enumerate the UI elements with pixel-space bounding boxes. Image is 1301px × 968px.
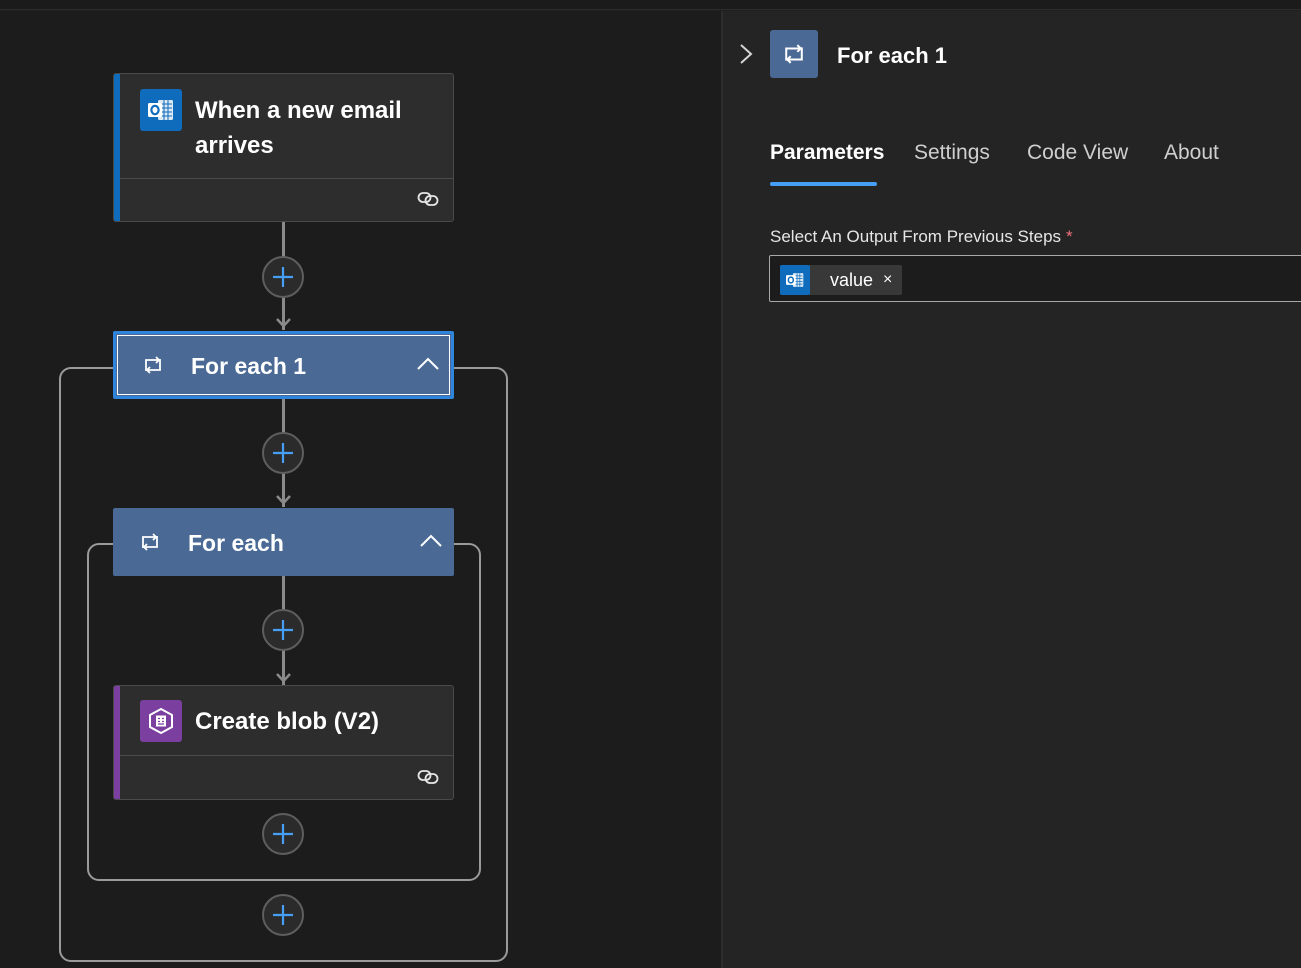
outlook-icon: [140, 89, 182, 131]
create-blob-card[interactable]: Create blob (V2): [113, 685, 454, 800]
loop-icon: [770, 30, 818, 78]
outlook-icon: [780, 265, 810, 295]
active-tab-indicator: [770, 182, 877, 186]
for-each-card[interactable]: For each: [113, 508, 454, 576]
expand-panel-chevron-right-icon[interactable]: [739, 43, 753, 70]
token-label: value: [830, 269, 874, 290]
loop-icon: [139, 533, 161, 556]
create-blob-title: Create blob (V2): [195, 708, 380, 735]
for-each-title: For each: [188, 530, 284, 556]
field-label-text: Select An Output From Previous Steps: [770, 227, 1062, 246]
tab-code-view[interactable]: Code View: [1027, 141, 1128, 165]
add-step-button[interactable]: [262, 813, 304, 855]
trigger-title-line1: When a new email: [195, 97, 402, 124]
tab-settings[interactable]: Settings: [914, 141, 990, 165]
connector-arrow-icon: [276, 671, 291, 685]
plus-icon: [273, 824, 293, 844]
tab-parameters[interactable]: Parameters: [770, 141, 884, 165]
add-step-button[interactable]: [262, 432, 304, 474]
add-step-button[interactable]: [262, 894, 304, 936]
connector-arrow-icon: [276, 316, 291, 330]
value-token[interactable]: value ×: [780, 265, 903, 295]
collapse-chevron-up-icon[interactable]: [417, 357, 439, 376]
trigger-card[interactable]: When a new email arrives: [113, 73, 454, 222]
add-step-button[interactable]: [262, 609, 304, 651]
loop-icon: [142, 356, 164, 379]
card-footer: [120, 755, 453, 799]
card-footer: [120, 178, 453, 221]
for-each-1-card[interactable]: For each 1: [113, 331, 454, 399]
collapse-chevron-up-icon[interactable]: [420, 534, 442, 553]
select-output-input[interactable]: value ×: [769, 255, 1301, 302]
remove-token-button[interactable]: ×: [883, 271, 892, 289]
plus-icon: [273, 620, 293, 640]
details-panel: For each 1 Parameters Settings Code View…: [723, 11, 1301, 968]
for-each-1-title: For each 1: [191, 353, 307, 379]
azure-blob-storage-icon: [140, 700, 182, 742]
link-icon: [417, 190, 439, 213]
connector-arrow-icon: [276, 493, 291, 507]
trigger-title: When a new email arrives: [195, 93, 402, 163]
plus-icon: [273, 905, 293, 925]
trigger-title-line2: arrives: [195, 132, 274, 159]
add-step-button[interactable]: [262, 256, 304, 298]
link-icon: [417, 768, 439, 791]
panel-title[interactable]: For each 1: [837, 43, 947, 69]
required-indicator: *: [1066, 227, 1073, 246]
top-bar: [0, 0, 1301, 10]
tab-about[interactable]: About: [1164, 141, 1219, 165]
field-label: Select An Output From Previous Steps *: [770, 227, 1073, 247]
plus-icon: [273, 443, 293, 463]
designer-canvas[interactable]: When a new email arrives For each 1 For …: [0, 11, 721, 968]
plus-icon: [273, 267, 293, 287]
